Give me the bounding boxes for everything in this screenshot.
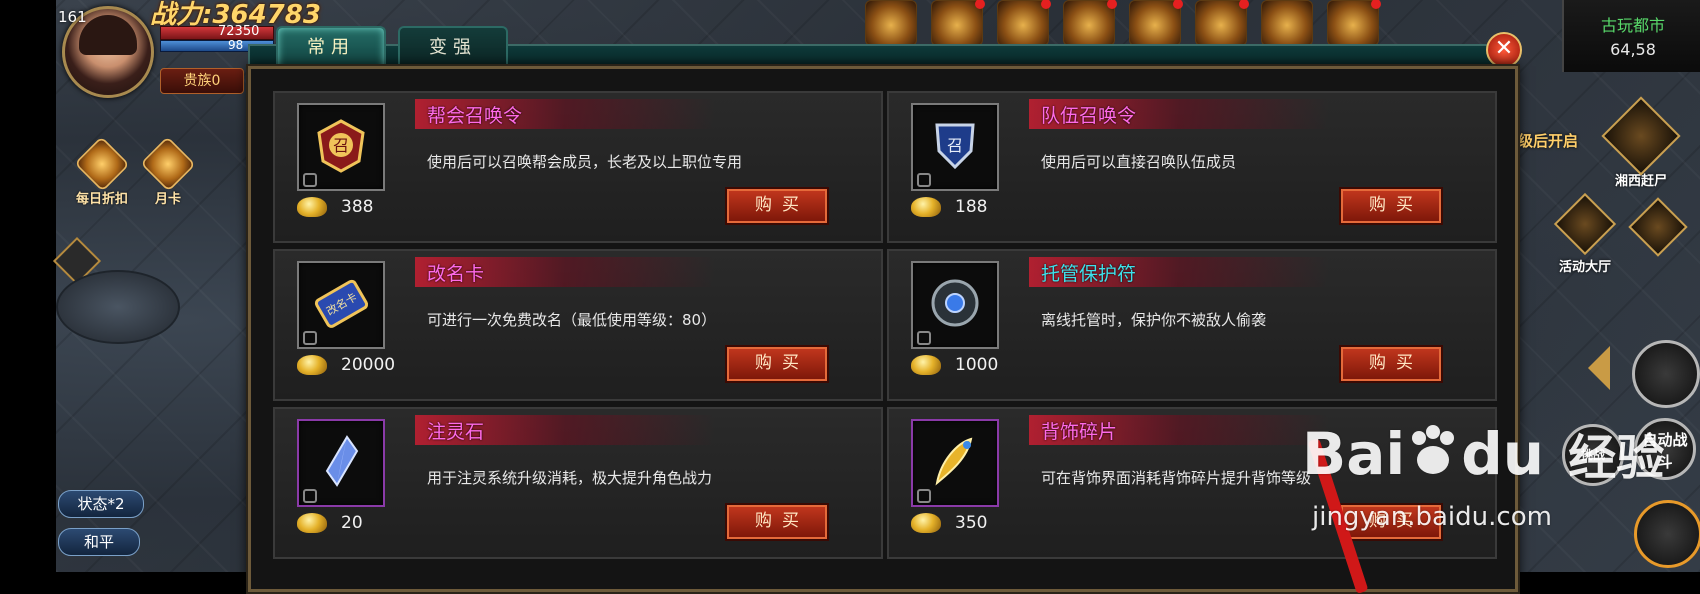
map-name: 古玩都市 <box>1600 16 1665 35</box>
lock-icon <box>917 173 931 187</box>
event-emblem-icon <box>1601 96 1681 176</box>
gold-ingot-icon <box>297 355 327 375</box>
daily-discount-label: 每日折扣 <box>75 192 128 207</box>
buy-button[interactable]: 购买 <box>725 503 829 541</box>
watermark-cn: 经验 <box>1568 430 1665 486</box>
discount-book-icon <box>74 136 130 192</box>
buy-button[interactable]: 购买 <box>725 187 829 225</box>
activity-hall-icon <box>1553 192 1617 256</box>
top-feature-icons <box>865 0 1381 46</box>
gold-ingot-icon <box>911 355 941 375</box>
daily-discount-button[interactable]: 每日折扣 <box>70 136 134 207</box>
protection-charm-icon[interactable] <box>911 261 999 349</box>
shop-item-card: 召 队伍召唤令 使用后可以直接召唤队伍成员 188 购买 <box>887 91 1497 243</box>
compass-icon <box>1628 197 1688 257</box>
item-name: 背饰碎片 <box>1041 421 1118 443</box>
event-button[interactable]: 湘西赶尸 <box>1601 96 1681 189</box>
orb-feature-icon[interactable] <box>1327 0 1381 46</box>
guild-summon-emblem-icon[interactable]: 召 <box>297 103 385 191</box>
svg-text:召: 召 <box>947 136 963 155</box>
ground-platform <box>56 270 180 344</box>
item-price: 20 <box>341 513 363 533</box>
lock-icon <box>917 489 931 503</box>
lock-icon <box>303 489 317 503</box>
shop-item-card: 托管保护符 离线托管时，保护你不被敌人偷袭 1000 购买 <box>887 249 1497 401</box>
monthly-card-label: 月卡 <box>154 192 181 207</box>
pk-mode-button[interactable]: 和平 <box>58 528 140 556</box>
hp-value: 72350 <box>218 24 260 39</box>
item-name: 注灵石 <box>427 421 485 443</box>
activity-hall-label: 活动大厅 <box>1558 260 1611 275</box>
lock-icon <box>303 331 317 345</box>
item-description: 可在背饰界面消耗背饰碎片提升背饰等级 <box>1041 469 1312 487</box>
notification-dot <box>1107 0 1117 9</box>
spirit-crystal-icon[interactable] <box>297 419 385 507</box>
emblem-feature-icon[interactable] <box>865 0 917 46</box>
watermark-brand: Bai du 经验 <box>1302 418 1664 488</box>
left-letterbox <box>0 0 56 572</box>
item-name: 托管保护符 <box>1041 263 1137 285</box>
lock-icon <box>917 331 931 345</box>
activity-hall-button[interactable]: 活动大厅 <box>1548 192 1622 275</box>
level-open-label: 级后开启 <box>1518 132 1579 150</box>
attack-skill-button[interactable] <box>1634 500 1700 568</box>
item-description: 可进行一次免费改名（最低使用等级：80） <box>427 311 717 329</box>
collapse-arrow-icon[interactable] <box>1588 346 1610 390</box>
shop-feature-icon[interactable] <box>1261 0 1313 46</box>
rename-card-icon[interactable]: 改名卡 <box>297 261 385 349</box>
lock-icon <box>303 173 317 187</box>
map-coords: 64,58 <box>1610 40 1656 59</box>
minimap-location[interactable]: 古玩都市 64,58 <box>1562 0 1700 72</box>
treasure-chest-icon[interactable] <box>931 0 985 46</box>
paw-icon <box>1412 425 1455 474</box>
shop-item-card: 注灵石 用于注灵系统升级消耗，极大提升角色战力 20 购买 <box>273 407 883 559</box>
buy-button[interactable]: 购买 <box>1339 187 1443 225</box>
gem-feature-icon[interactable] <box>1063 0 1117 46</box>
item-price: 388 <box>341 197 374 217</box>
item-name: 队伍召唤令 <box>1041 105 1137 127</box>
team-summon-shield-icon[interactable]: 召 <box>911 103 999 191</box>
gold-ingot-icon <box>297 197 327 217</box>
monthly-card-button[interactable]: 月卡 <box>136 136 200 207</box>
item-price: 1000 <box>955 355 999 375</box>
notification-dot <box>975 0 985 9</box>
buy-button[interactable]: 购买 <box>1339 345 1443 383</box>
item-description: 用于注灵系统升级消耗，极大提升角色战力 <box>427 469 713 487</box>
status-button[interactable]: 状态*2 <box>58 490 144 518</box>
helmet-feature-icon[interactable] <box>997 0 1051 46</box>
item-price: 350 <box>955 513 988 533</box>
gold-ingot-icon <box>911 513 941 533</box>
item-price: 188 <box>955 197 988 217</box>
noble-badge[interactable]: 贵族0 <box>160 68 244 94</box>
item-name: 改名卡 <box>427 263 485 285</box>
close-button[interactable]: ✕ <box>1486 32 1522 68</box>
player-level: 161 <box>58 8 87 26</box>
shop-item-card: 改名卡 改名卡 可进行一次免费改名（最低使用等级：80） 20000 购买 <box>273 249 883 401</box>
mp-value: 98 <box>228 38 244 52</box>
item-description: 使用后可以召唤帮会成员，长老及以上职位专用 <box>427 153 743 171</box>
watermark-brand-du: du <box>1461 420 1545 488</box>
item-description: 离线托管时，保护你不被敌人偷袭 <box>1041 311 1267 329</box>
sword-feature-icon[interactable] <box>1129 0 1183 46</box>
item-price: 20000 <box>341 355 396 375</box>
skill-orb-button[interactable] <box>1632 340 1700 408</box>
gold-ingot-icon <box>911 197 941 217</box>
item-description: 使用后可以直接召唤队伍成员 <box>1041 153 1237 171</box>
shop-item-card: 召 帮会召唤令 使用后可以召唤帮会成员，长老及以上职位专用 388 购买 <box>273 91 883 243</box>
notification-dot <box>1173 0 1183 9</box>
notification-dot <box>1239 0 1249 9</box>
watermark-brand-bai: Bai <box>1302 420 1406 488</box>
svg-text:召: 召 <box>333 136 349 155</box>
gold-ingot-icon <box>297 513 327 533</box>
compass-button[interactable] <box>1628 197 1688 257</box>
feather-fragment-icon[interactable] <box>911 419 999 507</box>
watermark-url: jingyan.baidu.com <box>1312 502 1552 532</box>
item-name: 帮会召唤令 <box>427 105 523 127</box>
gold-ingot-feature-icon[interactable] <box>1195 0 1249 46</box>
buy-button[interactable]: 购买 <box>725 345 829 383</box>
notification-dot <box>1041 0 1051 9</box>
monthly-card-icon <box>140 136 196 192</box>
